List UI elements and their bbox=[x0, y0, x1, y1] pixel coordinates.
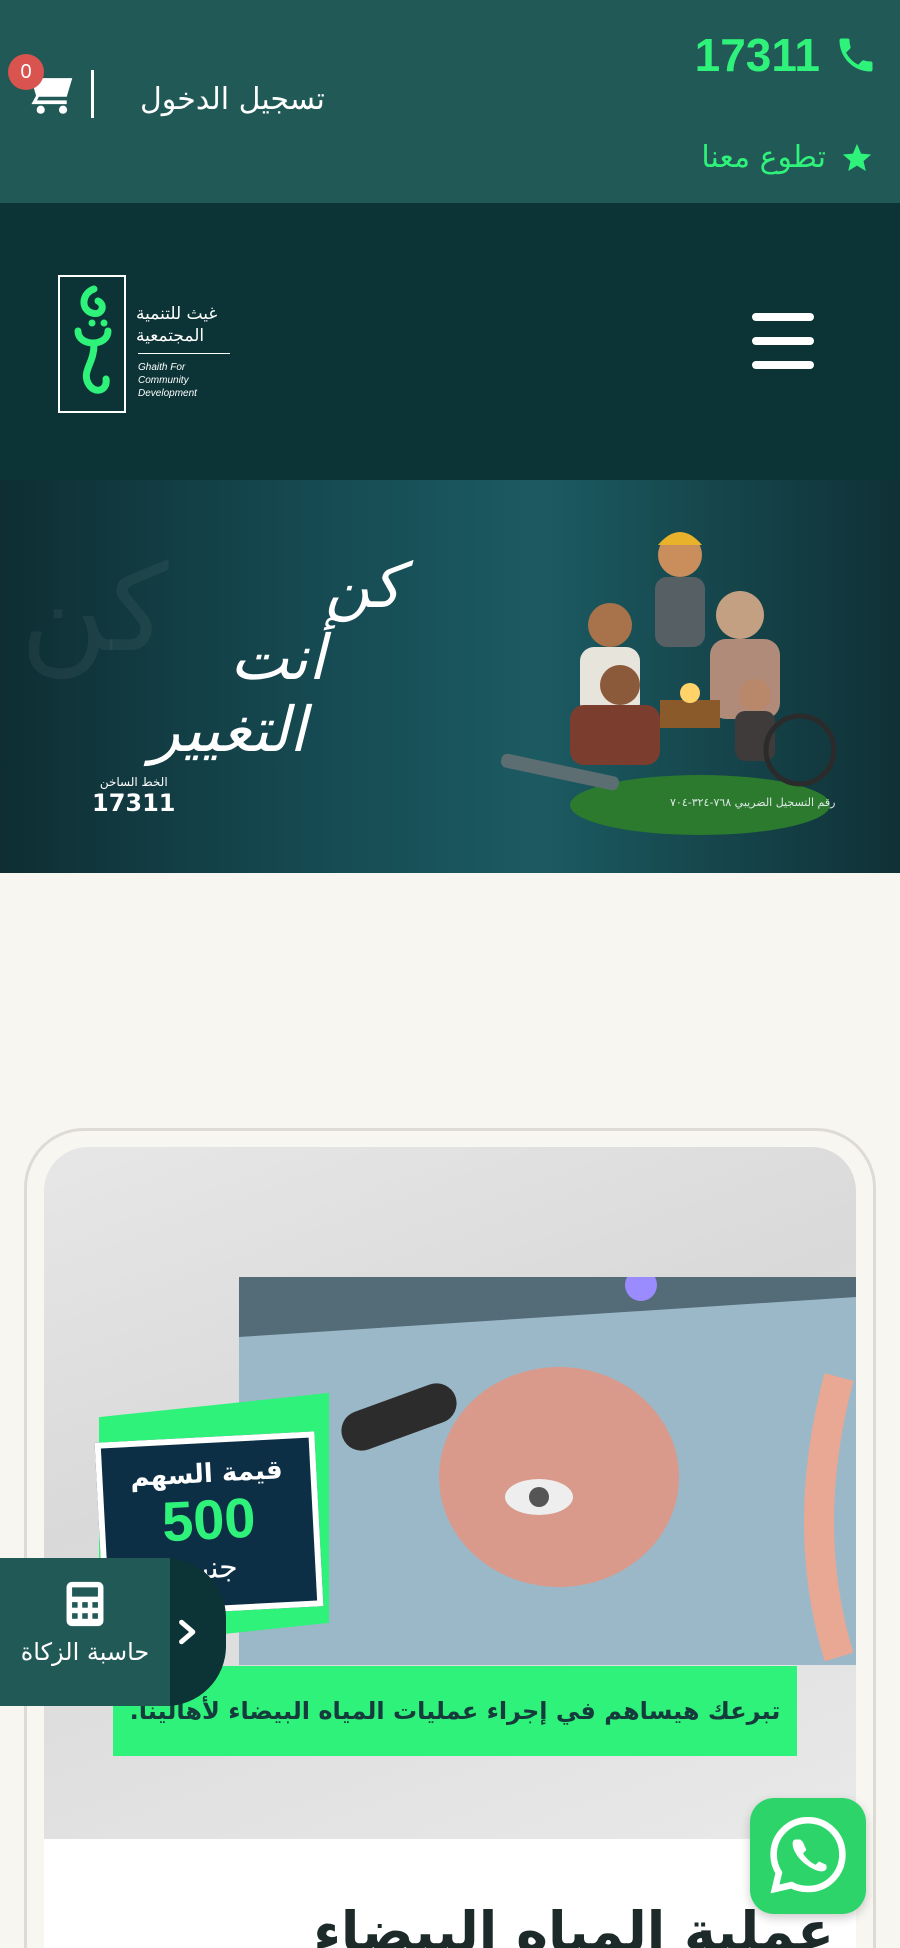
project-title[interactable]: عملية المياه البيضاء bbox=[44, 1900, 834, 1948]
registration-number: رقم التسجيل الضريبي ٧٦٨-٣٢٤-٧٠٤ bbox=[670, 796, 836, 809]
logo-en-line1: Ghaith For Community bbox=[138, 362, 189, 386]
logo-glyph-icon bbox=[74, 285, 112, 394]
topbar-divider bbox=[91, 70, 94, 118]
hero-hotline: الخط الساخن 17311 bbox=[92, 775, 176, 817]
zakat-calculator-widget[interactable]: حاسبة الزكاة bbox=[0, 1558, 226, 1706]
share-value: 500 bbox=[160, 1485, 258, 1554]
login-link[interactable]: تسجيل الدخول bbox=[140, 82, 325, 117]
hero-watermark: كن bbox=[20, 540, 169, 679]
logo-ar-line2: المجتمعية bbox=[136, 326, 205, 346]
slogan-line3: التغيير bbox=[150, 693, 307, 766]
logo-en-line2: Development bbox=[138, 388, 197, 399]
top-bar: 17311 تطوع معنا 0 تسجيل الدخول bbox=[0, 0, 900, 203]
slogan-line2: أنت bbox=[230, 621, 326, 694]
whatsapp-icon bbox=[770, 1816, 846, 1894]
volunteer-link[interactable]: تطوع معنا bbox=[701, 140, 874, 175]
calculator-icon bbox=[66, 1581, 104, 1627]
logo-arabic-text: غيث للتنمية المجتمعية bbox=[136, 303, 217, 347]
star-icon bbox=[842, 143, 872, 171]
logo-ar-line1: غيث للتنمية bbox=[136, 304, 218, 324]
logo-divider bbox=[138, 353, 230, 354]
zakat-calculator-button[interactable]: حاسبة الزكاة bbox=[0, 1558, 170, 1706]
zakat-label: حاسبة الزكاة bbox=[20, 1638, 150, 1666]
hotline-label: الخط الساخن bbox=[99, 775, 168, 789]
surgery-photo-art bbox=[239, 1269, 856, 1665]
site-logo[interactable]: غيث للتنمية المجتمعية Ghaith For Communi… bbox=[58, 275, 238, 415]
logo-english-text: Ghaith For Community Development bbox=[138, 361, 238, 400]
phone-icon bbox=[839, 38, 873, 72]
whatsapp-button[interactable] bbox=[750, 1798, 866, 1914]
project-card-image[interactable]: قيمة السهم 500 جنيه تبرعك هيساهم في إجرا… bbox=[44, 1147, 856, 1839]
phone-link[interactable]: 17311 bbox=[695, 28, 878, 82]
slogan-line1: كن bbox=[325, 549, 402, 622]
hotline-number: 17311 bbox=[92, 789, 176, 817]
site-header: غيث للتنمية المجتمعية Ghaith For Communi… bbox=[0, 203, 900, 480]
logo-frame bbox=[58, 275, 126, 413]
chevron-right-icon bbox=[179, 1619, 196, 1645]
volunteer-label: تطوع معنا bbox=[701, 140, 826, 175]
hero-slogan: كن أنت التغيير bbox=[150, 550, 510, 766]
hamburger-icon[interactable] bbox=[752, 313, 816, 369]
cart-count-badge: 0 bbox=[8, 54, 44, 90]
hero-banner[interactable]: كن كن أنت التغيير الخط الساخن 17311 رقم … bbox=[0, 480, 900, 873]
cart-button[interactable]: 0 bbox=[8, 54, 76, 122]
phone-number: 17311 bbox=[694, 29, 820, 81]
surgery-photo bbox=[239, 1269, 856, 1665]
